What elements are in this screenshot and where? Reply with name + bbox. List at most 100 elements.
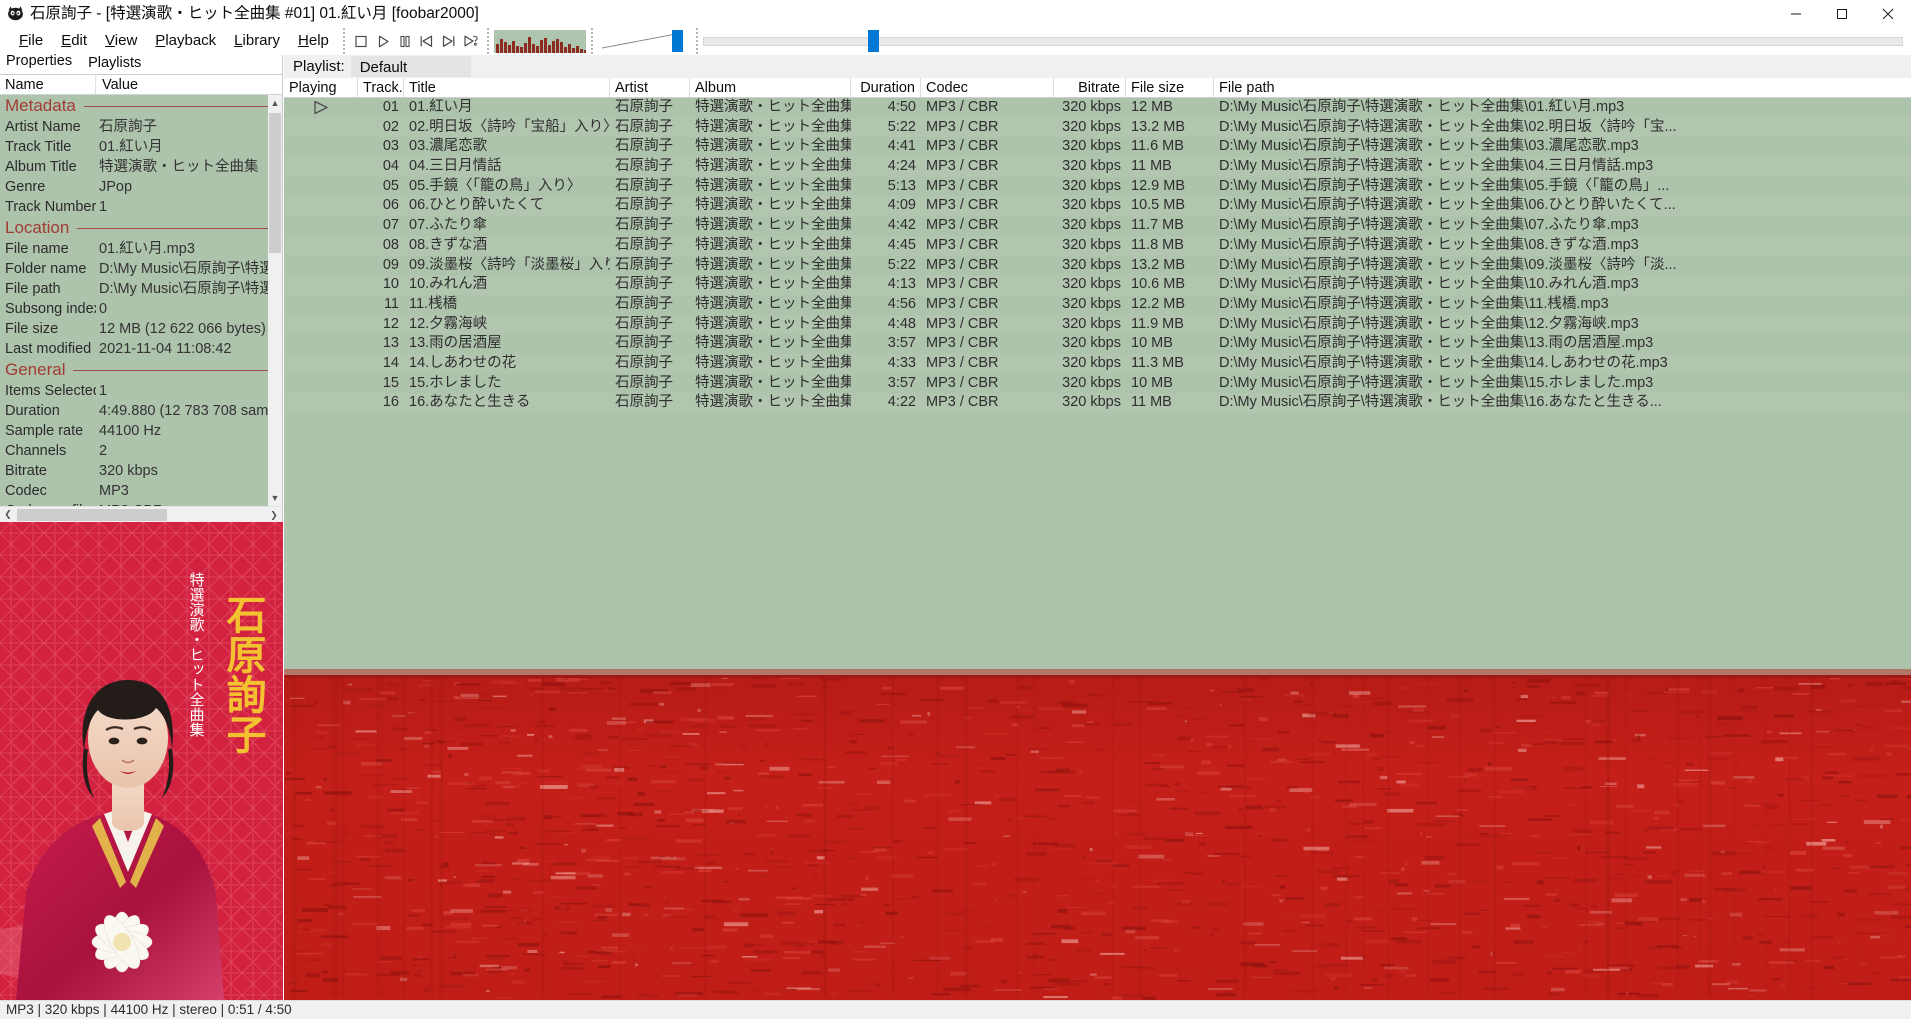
- volume-slider-thumb[interactable]: [671, 30, 683, 52]
- menu-item-view[interactable]: View: [96, 29, 146, 53]
- stop-button[interactable]: [350, 28, 372, 54]
- seek-slider-thumb[interactable]: [867, 30, 879, 52]
- table-row[interactable]: 06 06.ひとり酔いたくて 石原詢子 特選演歌・ヒット全曲集 4:09 MP3 / CB…: [284, 196, 1911, 217]
- properties-vertical-scrollbar[interactable]: ▲ ▼: [268, 95, 282, 506]
- table-row[interactable]: 11 11.桟橋 石原詢子 特選演歌・ヒット全曲集 4:56 MP3 / CBR 320 k…: [284, 295, 1911, 315]
- table-row[interactable]: 02 02.明日坂〈詩吟「宝船」入り〉 石原詢子 特選演歌・ヒット全曲集 5:22 MP3…: [284, 117, 1911, 138]
- playlist-column-header-artist[interactable]: Artist: [610, 78, 690, 97]
- maximize-button[interactable]: [1819, 0, 1865, 27]
- property-value[interactable]: 0: [96, 299, 282, 319]
- table-row[interactable]: 13 13.雨の居酒屋 石原詢子 特選演歌・ヒット全曲集 3:57 MP3 / CBR 32…: [284, 334, 1911, 354]
- scroll-up-arrow-icon[interactable]: ▲: [268, 95, 282, 111]
- property-row[interactable]: Items Selected 1: [0, 381, 282, 401]
- previous-button[interactable]: [416, 28, 438, 54]
- property-value[interactable]: 01.紅い月: [96, 137, 282, 157]
- table-row[interactable]: 16 16.あなたと生きる 石原詢子 特選演歌・ヒット全曲集 4:22 MP3 / CBR…: [284, 393, 1911, 413]
- scroll-right-arrow-icon[interactable]: ❯: [266, 507, 282, 523]
- property-row[interactable]: Last modified 2021-11-04 11:08:42: [0, 339, 282, 359]
- pause-button[interactable]: [394, 28, 416, 54]
- tab-playlists[interactable]: Playlists: [82, 53, 151, 74]
- table-row[interactable]: 09 09.淡墨桜〈詩吟「淡墨桜」入り〉 石原詢子 特選演歌・ヒット全曲集 5:22 MP…: [284, 256, 1911, 276]
- random-button[interactable]: [460, 28, 482, 54]
- table-row[interactable]: 07 07.ふたり傘 石原詢子 特選演歌・ヒット全曲集 4:42 MP3 / CBR 320…: [284, 216, 1911, 236]
- table-row[interactable]: 08 08.きずな酒 石原詢子 特選演歌・ヒット全曲集 4:45 MP3 / CBR 320…: [284, 235, 1911, 256]
- table-row[interactable]: 03 03.濃尾恋歌 石原詢子 特選演歌・ヒット全曲集 4:41 MP3 / CBR 320…: [284, 137, 1911, 157]
- menu-item-playback[interactable]: Playback: [146, 29, 225, 53]
- scroll-down-arrow-icon[interactable]: ▼: [268, 490, 282, 506]
- properties-section-general[interactable]: General: [0, 359, 282, 381]
- property-value[interactable]: 44100 Hz: [96, 421, 282, 441]
- minimize-button[interactable]: [1773, 0, 1819, 27]
- property-row[interactable]: Bitrate 320 kbps: [0, 461, 282, 481]
- property-row[interactable]: Track Number 1: [0, 197, 282, 217]
- playlist-table[interactable]: 01 01.紅い月 石原詢子 特選演歌・ヒット全曲集 4:50 MP3 / CBR 320 …: [284, 98, 1911, 669]
- playlist-column-header-playing[interactable]: Playing: [284, 78, 358, 97]
- property-value[interactable]: 特選演歌・ヒット全曲集: [96, 157, 282, 177]
- next-button[interactable]: [438, 28, 460, 54]
- spectrogram-visualization: [284, 669, 1911, 1000]
- properties-horizontal-scrollbar[interactable]: ❮ ❯: [0, 506, 282, 522]
- playlist-column-header-album[interactable]: Album: [690, 78, 851, 97]
- property-row[interactable]: Duration 4:49.880 (12 783 708 samples: [0, 401, 282, 421]
- property-row[interactable]: Codec MP3: [0, 481, 282, 501]
- playlist-column-header-filesize[interactable]: File size: [1126, 78, 1214, 97]
- property-value[interactable]: 石原詢子: [96, 117, 282, 137]
- property-value[interactable]: MP3: [96, 481, 282, 501]
- property-row[interactable]: File name 01.紅い月.mp3: [0, 239, 282, 259]
- properties-section-metadata[interactable]: Metadata: [0, 95, 282, 117]
- property-key: Items Selected: [5, 383, 96, 399]
- property-row[interactable]: File path D:\My Music\石原詢子\特選演: [0, 279, 282, 299]
- menu-item-file[interactable]: File: [10, 29, 52, 53]
- playlist-column-header-title[interactable]: Title: [404, 78, 610, 97]
- playlist-name-field[interactable]: Default: [350, 56, 471, 77]
- table-row[interactable]: 14 14.しあわせの花 石原詢子 特選演歌・ヒット全曲集 4:33 MP3 / CBR 3…: [284, 353, 1911, 374]
- property-value[interactable]: 2021-11-04 11:08:42: [96, 339, 282, 359]
- table-row[interactable]: 12 12.夕霧海峡 石原詢子 特選演歌・ヒット全曲集 4:48 MP3 / CBR 320…: [284, 314, 1911, 335]
- property-row[interactable]: Folder name D:\My Music\石原詢子\特選演: [0, 259, 282, 279]
- column-header-name[interactable]: Name: [0, 75, 96, 94]
- property-value[interactable]: 12 MB (12 622 066 bytes): [96, 319, 282, 339]
- playlist-column-header-track[interactable]: Track...: [358, 78, 404, 97]
- property-row[interactable]: Sample rate 44100 Hz: [0, 421, 282, 441]
- playlist-column-header-filepath[interactable]: File path: [1214, 78, 1911, 97]
- property-value[interactable]: D:\My Music\石原詢子\特選演: [96, 259, 282, 279]
- scroll-left-arrow-icon[interactable]: ❮: [0, 509, 16, 520]
- property-row[interactable]: Channels 2: [0, 441, 282, 461]
- property-row[interactable]: Track Title 01.紅い月: [0, 137, 282, 157]
- close-button[interactable]: [1865, 0, 1911, 27]
- property-value[interactable]: JPop: [96, 177, 282, 197]
- properties-section-location[interactable]: Location: [0, 217, 282, 239]
- tab-properties[interactable]: Properties: [0, 51, 83, 74]
- playlist-column-header-duration[interactable]: Duration: [851, 78, 921, 97]
- property-value[interactable]: 2: [96, 441, 282, 461]
- menu-item-edit[interactable]: Edit: [52, 29, 96, 53]
- volume-slider[interactable]: [598, 28, 691, 54]
- table-row[interactable]: 04 04.三日月情話 石原詢子 特選演歌・ヒット全曲集 4:24 MP3 / CBR 32…: [284, 157, 1911, 177]
- play-button[interactable]: [372, 28, 394, 54]
- seek-slider-track[interactable]: [702, 37, 1903, 46]
- property-row[interactable]: File size 12 MB (12 622 066 bytes): [0, 319, 282, 339]
- property-row[interactable]: Artist Name 石原詢子: [0, 117, 282, 137]
- property-row[interactable]: Subsong index 0: [0, 299, 282, 319]
- table-row[interactable]: 01 01.紅い月 石原詢子 特選演歌・ヒット全曲集 4:50 MP3 / CBR 320 …: [284, 98, 1911, 118]
- properties-hscroll-thumb[interactable]: [17, 509, 167, 521]
- property-value[interactable]: 4:49.880 (12 783 708 samples: [96, 401, 282, 421]
- table-row[interactable]: 10 10.みれん酒 石原詢子 特選演歌・ヒット全曲集 4:13 MP3 / CBR 320…: [284, 275, 1911, 295]
- menu-item-help[interactable]: Help: [289, 29, 338, 53]
- menu-item-library[interactable]: Library: [225, 29, 289, 53]
- property-value[interactable]: 1: [96, 381, 282, 401]
- seek-slider[interactable]: [702, 28, 1903, 54]
- playlist-column-header-bitrate[interactable]: Bitrate: [1054, 78, 1126, 97]
- table-row[interactable]: 05 05.手鏡〈「籠の鳥」入り〉 石原詢子 特選演歌・ヒット全曲集 5:13 MP3 /…: [284, 177, 1911, 197]
- property-row[interactable]: Album Title 特選演歌・ヒット全曲集: [0, 157, 282, 177]
- visualizer-bar: [499, 38, 503, 53]
- playlist-column-header-codec[interactable]: Codec: [921, 78, 1054, 97]
- properties-scroll-thumb[interactable]: [269, 113, 281, 253]
- property-value[interactable]: D:\My Music\石原詢子\特選演: [96, 279, 282, 299]
- property-value[interactable]: 320 kbps: [96, 461, 282, 481]
- property-value[interactable]: 01.紅い月.mp3: [96, 239, 282, 259]
- property-row[interactable]: Genre JPop: [0, 177, 282, 197]
- property-value[interactable]: 1: [96, 197, 282, 217]
- table-row[interactable]: 15 15.ホレました 石原詢子 特選演歌・ヒット全曲集 3:57 MP3 / CBR 32…: [284, 374, 1911, 394]
- column-header-value[interactable]: Value: [96, 75, 282, 94]
